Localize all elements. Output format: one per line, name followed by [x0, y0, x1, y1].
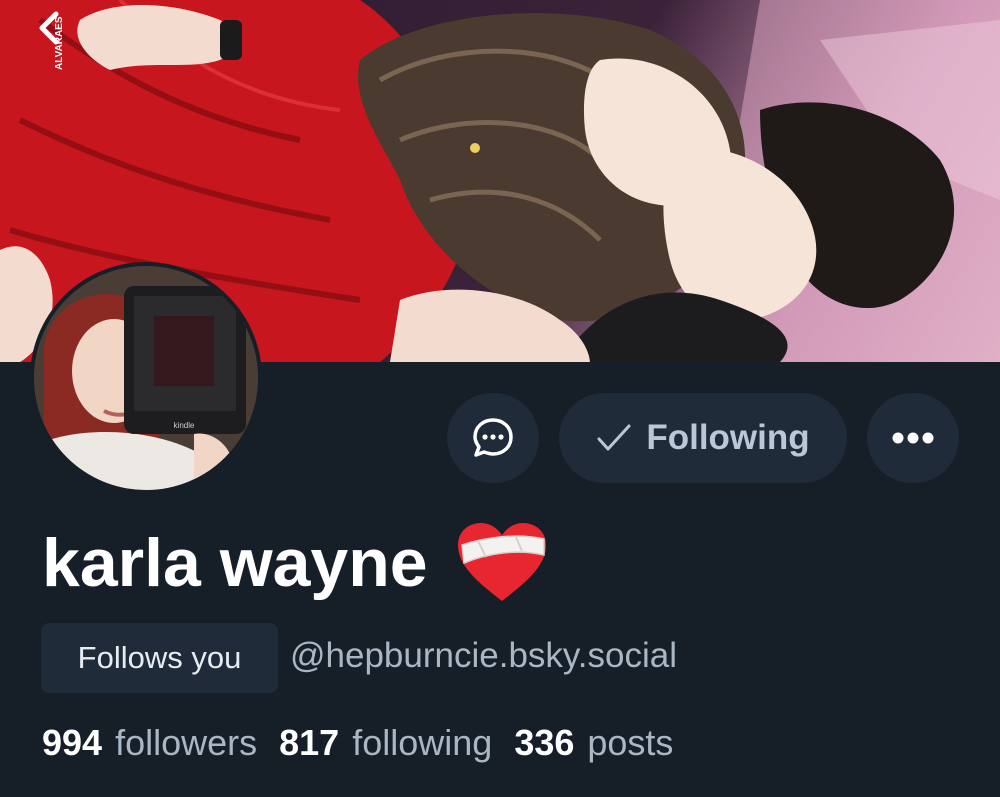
- followers-stat[interactable]: 994 followers: [42, 722, 257, 764]
- user-handle: @hepburncie.bsky.social: [290, 636, 678, 675]
- checkmark-icon: [597, 424, 631, 451]
- following-stat-label: following: [352, 722, 493, 763]
- followers-count: 994: [42, 722, 103, 763]
- profile-stats: 994 followers 817 following 336 posts: [42, 722, 683, 764]
- following-stat[interactable]: 817 following: [279, 722, 492, 764]
- chat-bubble-icon: [473, 418, 513, 457]
- display-name-row: karla wayne: [42, 518, 548, 608]
- following-button[interactable]: Following: [559, 393, 847, 483]
- posts-label: posts: [587, 722, 674, 763]
- svg-text:kindle: kindle: [174, 421, 195, 430]
- more-options-button[interactable]: [867, 393, 959, 483]
- followers-label: followers: [115, 722, 258, 763]
- avatar[interactable]: kindle: [30, 262, 262, 494]
- follows-you-badge: Follows you: [41, 623, 278, 693]
- posts-count: 336: [514, 722, 575, 763]
- following-button-label: Following: [646, 418, 810, 457]
- ellipsis-icon: [892, 432, 934, 444]
- chevron-left-icon: [39, 11, 59, 45]
- message-button[interactable]: [447, 393, 539, 483]
- back-button[interactable]: [28, 8, 68, 48]
- posts-stat: 336 posts: [514, 722, 673, 764]
- following-count: 817: [279, 722, 340, 763]
- mending-heart-emoji: [457, 523, 546, 601]
- display-name: karla wayne: [42, 525, 428, 601]
